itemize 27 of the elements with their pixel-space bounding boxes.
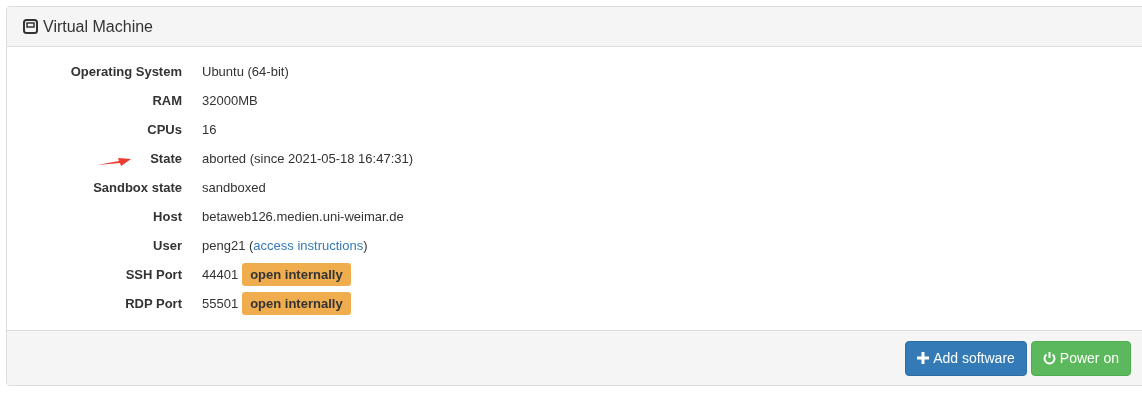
field-label: SSH Port xyxy=(125,267,182,282)
monitor-icon xyxy=(23,19,38,34)
field-label: RAM xyxy=(152,93,182,108)
status-badge: open internally xyxy=(242,263,351,286)
power-on-button[interactable]: Power on xyxy=(1030,340,1131,376)
field-label: CPUs xyxy=(147,122,182,137)
field-value: 55501 xyxy=(202,296,239,311)
add-software-button[interactable]: Add software xyxy=(905,340,1027,376)
field-label: State xyxy=(150,151,182,166)
field-value: 32000MB xyxy=(202,93,258,108)
field-value: 44401 xyxy=(202,267,239,282)
field-value: aborted (since 2021-05-18 16:47:31) xyxy=(202,151,414,166)
field-label: Operating System xyxy=(70,64,182,79)
field-label: RDP Port xyxy=(125,296,182,311)
status-badge: open internally xyxy=(242,292,351,315)
plus-icon xyxy=(917,352,930,364)
field-label: User xyxy=(153,238,182,253)
field-label: Sandbox state xyxy=(93,180,182,195)
field-value: 16 xyxy=(202,122,217,137)
power-icon xyxy=(1042,351,1056,365)
field-value: peng21 (access instructions) xyxy=(202,238,368,253)
field-value: Ubuntu (64-bit) xyxy=(202,64,289,79)
field-label: Host xyxy=(153,209,182,224)
access-link[interactable]: access instructions xyxy=(253,238,364,253)
panel-title: Virtual Machine xyxy=(43,17,153,36)
field-value: sandboxed xyxy=(202,180,266,195)
field-value: betaweb126.medien.uni-weimar.de xyxy=(202,209,404,224)
